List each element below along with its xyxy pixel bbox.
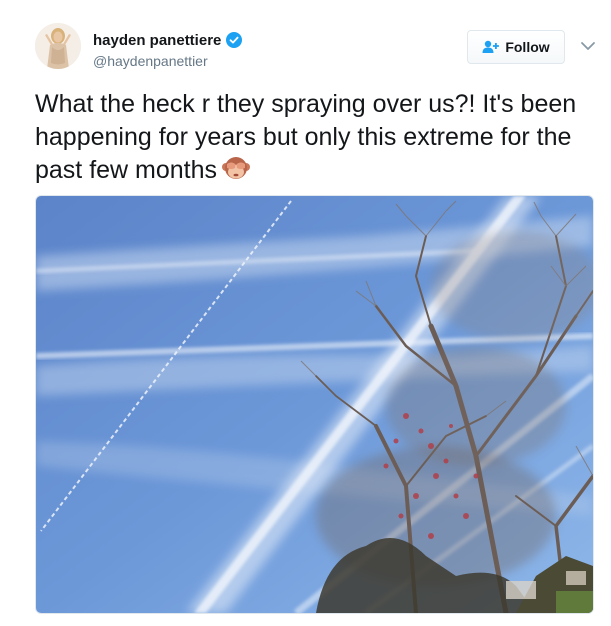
tweet-photo[interactable] [35, 195, 594, 614]
tweet-text: What the heck r they spraying over us?! … [35, 88, 605, 187]
sky-with-contrails-photo [36, 196, 593, 613]
profile-photo-icon [35, 23, 81, 69]
chevron-down-icon[interactable] [580, 40, 596, 52]
verified-badge-icon [226, 32, 242, 48]
author-name[interactable]: hayden panettiere [93, 32, 221, 49]
add-user-icon [482, 40, 500, 53]
tweet-text-content: What the heck r they spraying over us?! … [35, 90, 577, 184]
author-handle[interactable]: @haydenpanettier [93, 53, 208, 69]
follow-button[interactable]: Follow [467, 30, 565, 64]
see-no-evil-monkey-emoji-icon [222, 157, 251, 179]
follow-button-label: Follow [505, 39, 550, 55]
avatar[interactable] [35, 23, 81, 69]
